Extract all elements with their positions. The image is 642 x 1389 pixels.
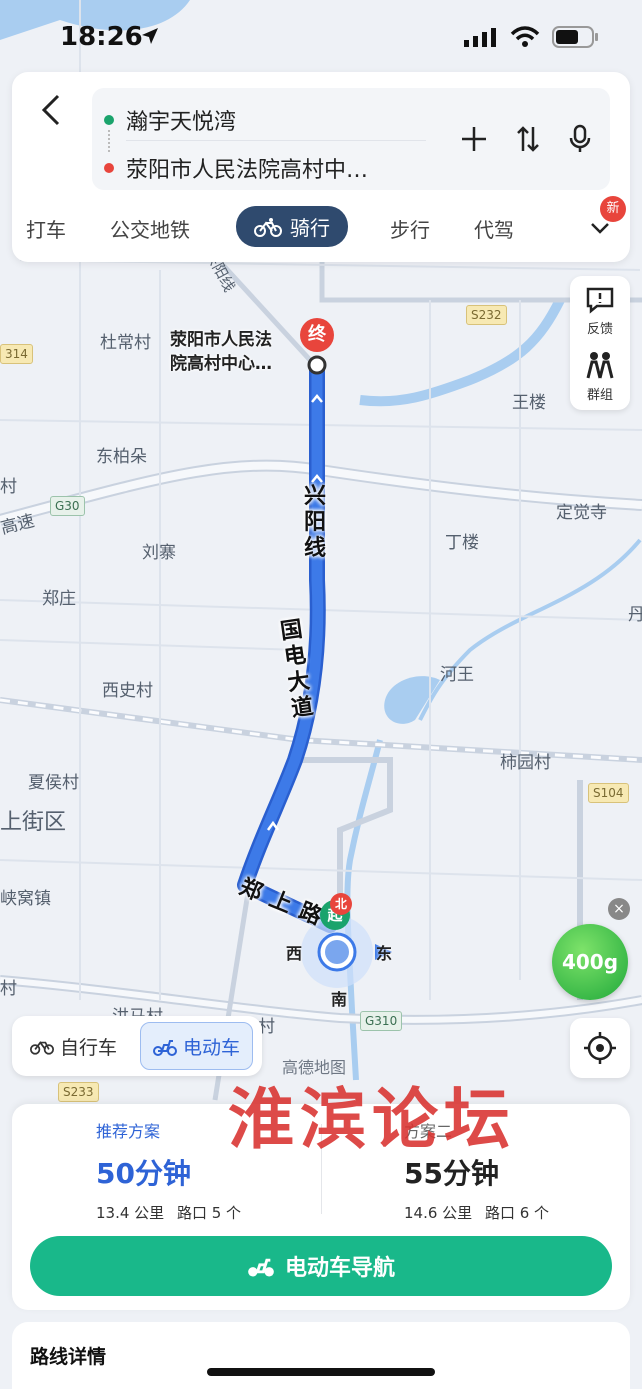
home-indicator bbox=[207, 1368, 435, 1376]
compass-south: 南 bbox=[331, 990, 348, 1009]
tab-transit[interactable]: 公交地铁 bbox=[110, 214, 190, 243]
plus-icon bbox=[462, 127, 486, 151]
add-waypoint-button[interactable] bbox=[460, 125, 488, 157]
wifi-icon bbox=[510, 26, 540, 52]
new-badge: 新 bbox=[600, 196, 626, 222]
group-icon bbox=[586, 352, 614, 379]
destination-text: 荥阳市人民法院高村中… bbox=[126, 158, 369, 183]
battery-icon bbox=[552, 26, 598, 52]
place-label: 柿园村 bbox=[500, 753, 551, 773]
place-label: 夏侯村 bbox=[28, 773, 79, 793]
signal-icon bbox=[464, 27, 498, 51]
road-badge: S104 bbox=[588, 783, 629, 803]
bicycle-icon bbox=[30, 1041, 54, 1055]
tab-cycling[interactable]: 骑行 bbox=[236, 206, 348, 247]
destination-map-label[interactable]: 荥阳市人民法 院高村中心… bbox=[170, 328, 272, 376]
group-label: 群组 bbox=[586, 388, 613, 403]
road-badge: G30 bbox=[50, 496, 85, 516]
compass-west: 西 bbox=[286, 944, 303, 963]
north-badge: 北 bbox=[330, 893, 352, 915]
destination-label-line: 院高村中心… bbox=[170, 354, 272, 374]
route-details-panel[interactable]: 路线详情 bbox=[12, 1322, 630, 1389]
destination-label-line: 荥阳市人民法 bbox=[170, 330, 272, 350]
feedback-icon bbox=[586, 287, 614, 314]
swap-icon bbox=[517, 126, 539, 152]
plan-junctions: 路口 6 个 bbox=[484, 1204, 550, 1222]
place-label: 西史村 bbox=[102, 681, 153, 701]
road-badge: G310 bbox=[360, 1011, 403, 1031]
place-label: 村 bbox=[0, 979, 17, 999]
route-road-name: 兴阳线 bbox=[304, 484, 327, 561]
place-label: 定觉寺 bbox=[556, 503, 607, 523]
status-bar: 18:26 bbox=[0, 0, 642, 72]
energy-ball[interactable]: 400g bbox=[552, 924, 628, 1000]
route-input-box: 瀚宇天悦湾 荥阳市人民法院高村中… bbox=[92, 88, 610, 190]
place-label: 河王 bbox=[440, 665, 474, 685]
place-label: 郑庄 bbox=[42, 589, 76, 609]
group-button[interactable]: 群组 bbox=[570, 350, 630, 403]
location-arrow-icon bbox=[140, 26, 160, 50]
bicycle-icon bbox=[254, 217, 282, 237]
voice-input-button[interactable] bbox=[568, 124, 592, 158]
locate-button[interactable] bbox=[570, 1018, 630, 1078]
origin-field[interactable]: 瀚宇天悦湾 bbox=[104, 104, 236, 136]
route-connector bbox=[108, 130, 110, 152]
destination-field[interactable]: 荥阳市人民法院高村中… bbox=[104, 152, 368, 184]
road-badge: S233 bbox=[58, 1082, 99, 1102]
route-search-card: 瀚宇天悦湾 荥阳市人民法院高村中… 打车 公交地铁 骑行 步行 代驾 新 bbox=[12, 72, 630, 262]
vehicle-type-toggle: 自行车 电动车 bbox=[12, 1016, 262, 1076]
ebike-option[interactable]: 电动车 bbox=[140, 1022, 254, 1070]
compass-east: 东 bbox=[376, 944, 393, 963]
start-navigation-button[interactable]: 电动车导航 bbox=[30, 1236, 612, 1296]
end-marker[interactable]: 终 bbox=[300, 318, 334, 352]
route-separator bbox=[126, 140, 426, 141]
tab-designated-driver[interactable]: 代驾 bbox=[474, 214, 514, 243]
road-badge: 314 bbox=[0, 344, 33, 364]
place-label: 丁楼 bbox=[445, 533, 479, 553]
feedback-label: 反馈 bbox=[586, 322, 613, 337]
ebike-icon bbox=[153, 1040, 177, 1056]
bicycle-option[interactable]: 自行车 bbox=[18, 1022, 129, 1070]
tab-cycling-label: 骑行 bbox=[290, 216, 330, 240]
place-label: 东柏朵 bbox=[96, 447, 147, 467]
back-button[interactable] bbox=[32, 90, 72, 130]
place-label: 丹 bbox=[628, 605, 642, 625]
user-avatar-icon bbox=[325, 940, 349, 964]
ebike-option-label: 电动车 bbox=[183, 1036, 241, 1059]
tab-taxi[interactable]: 打车 bbox=[26, 214, 66, 243]
travel-mode-tabs: 打车 公交地铁 骑行 步行 代驾 新 bbox=[12, 196, 630, 247]
plan-meta: 13.4 公里 路口 5 个 bbox=[96, 1202, 376, 1223]
back-arrow-icon bbox=[41, 94, 60, 126]
origin-dot-icon bbox=[104, 115, 114, 125]
plan-meta: 14.6 公里 路口 6 个 bbox=[404, 1202, 642, 1223]
road-badge: S232 bbox=[466, 305, 507, 325]
swap-route-button[interactable] bbox=[514, 125, 542, 157]
start-navigation-label: 电动车导航 bbox=[284, 1256, 395, 1281]
microphone-icon bbox=[569, 124, 591, 152]
ebike-icon bbox=[248, 1258, 274, 1277]
tab-walking[interactable]: 步行 bbox=[390, 214, 430, 243]
status-time: 18:26 bbox=[60, 22, 143, 52]
map-side-tools: 反馈 群组 bbox=[570, 276, 630, 410]
place-label: 王楼 bbox=[512, 393, 546, 413]
plan-distance: 14.6 公里 bbox=[404, 1204, 473, 1222]
destination-dot-icon bbox=[104, 163, 114, 173]
place-label: 上街区 bbox=[0, 810, 67, 835]
place-label: 峡窝镇 bbox=[0, 889, 51, 909]
energy-close-button[interactable]: × bbox=[608, 898, 630, 920]
route-details-title: 路线详情 bbox=[30, 1346, 107, 1368]
bicycle-option-label: 自行车 bbox=[60, 1036, 118, 1059]
origin-text: 瀚宇天悦湾 bbox=[126, 110, 237, 135]
place-label: 杜常村 bbox=[100, 333, 151, 353]
locate-target-icon bbox=[584, 1032, 616, 1064]
watermark: 淮滨论坛 bbox=[228, 1080, 516, 1158]
place-label: 村 bbox=[0, 477, 17, 497]
place-label: 刘寨 bbox=[142, 543, 176, 563]
plan-distance: 13.4 公里 bbox=[96, 1204, 165, 1222]
feedback-button[interactable]: 反馈 bbox=[570, 286, 630, 337]
plan-junctions: 路口 5 个 bbox=[176, 1204, 242, 1222]
